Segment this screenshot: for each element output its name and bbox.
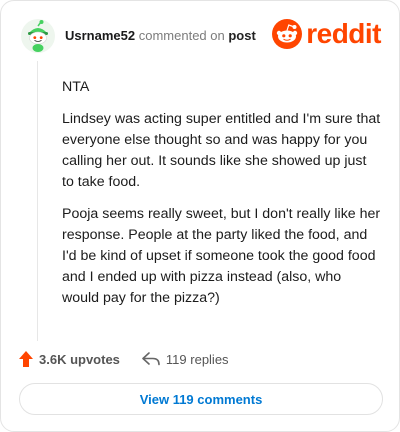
comment-header: Usrname52 commented on post reddit xyxy=(21,19,383,53)
comment-card: Usrname52 commented on post reddit NTA L… xyxy=(0,0,400,432)
post-link[interactable]: post xyxy=(228,28,255,43)
comment-paragraph: Pooja seems really sweet, but I don't re… xyxy=(62,206,381,306)
comment-byline: Usrname52 commented on post xyxy=(65,28,256,44)
thread-line[interactable] xyxy=(37,61,38,341)
reply-count: 119 replies xyxy=(165,351,229,367)
comment-paragraph: Lindsey was acting super entitled and I'… xyxy=(62,111,381,190)
username-link[interactable]: Usrname52 xyxy=(65,28,135,43)
upvote-count: 3.6K upvotes xyxy=(39,351,120,367)
comment-body: NTA Lindsey was acting super entitled an… xyxy=(62,77,382,320)
comment-paragraph: NTA xyxy=(62,79,90,95)
replies-button[interactable]: 119 replies xyxy=(142,352,229,367)
view-comments-button[interactable]: View 119 comments xyxy=(19,383,383,415)
reddit-logo-icon xyxy=(272,19,303,49)
reply-arrow-icon xyxy=(142,352,160,366)
reddit-wordmark: reddit xyxy=(306,18,381,49)
byline-verb: commented on xyxy=(138,28,225,43)
comment-actions: 3.6K upvotes 119 replies xyxy=(19,349,229,369)
upvote-arrow-icon xyxy=(19,351,33,367)
upvote-button[interactable]: 3.6K upvotes xyxy=(19,351,120,367)
reddit-logo[interactable]: reddit xyxy=(272,19,381,49)
snoo-avatar-icon[interactable] xyxy=(21,19,55,53)
